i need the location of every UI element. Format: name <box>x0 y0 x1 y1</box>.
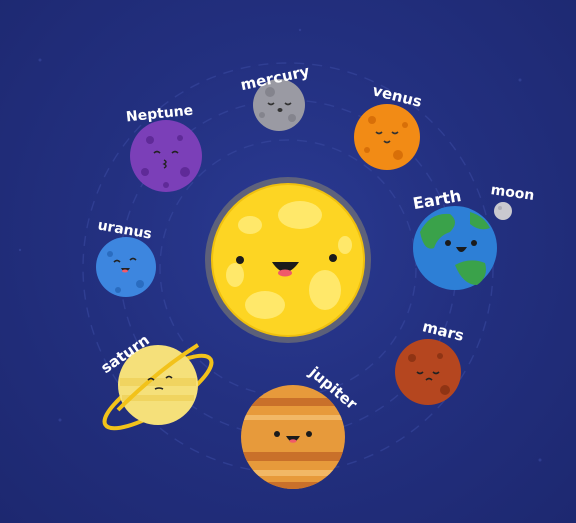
sun-eye-left <box>236 256 244 264</box>
solar-system-svg: mercury venus Neptune Earth moon uranus … <box>18 28 542 489</box>
uranus <box>96 237 156 297</box>
sun-eye-right <box>329 254 337 262</box>
mars <box>395 339 461 405</box>
neptune <box>130 120 202 192</box>
neptune-label: Neptune <box>125 103 194 126</box>
moon <box>494 202 512 220</box>
moon-label: moon <box>490 182 536 204</box>
venus <box>354 104 420 170</box>
solar-system-illustration: mercury venus Neptune Earth moon uranus … <box>0 0 576 523</box>
earth <box>413 206 497 290</box>
sun <box>205 177 371 343</box>
